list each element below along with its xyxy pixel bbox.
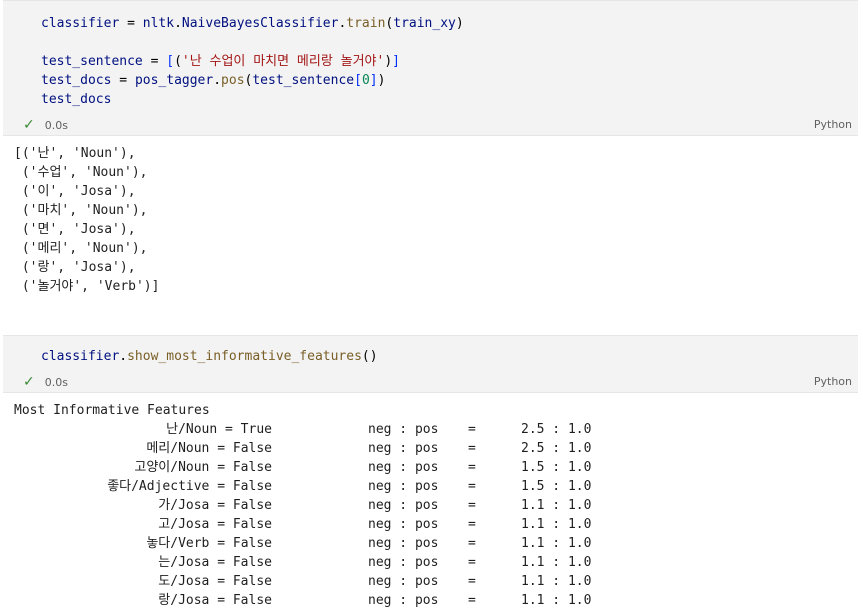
feature-ratio: 1.1 : 1.0 xyxy=(521,498,592,513)
code-cell-1[interactable]: classifier = nltk.NaiveBayesClassifier.t… xyxy=(3,0,858,136)
feature-name: 놓다/Verb = False xyxy=(146,536,272,551)
code-token: test_sentence xyxy=(41,54,143,69)
feature-equals: = xyxy=(468,479,476,494)
feature-labels: neg : pos xyxy=(368,498,439,513)
feature-name: 는/Josa = False xyxy=(158,555,272,570)
feature-equals: = xyxy=(468,555,476,570)
feature-name: 도/Josa = False xyxy=(158,574,272,589)
code-token: = xyxy=(119,16,143,31)
code-token: test_docs xyxy=(41,92,112,107)
cell-1-code-line[interactable]: classifier = nltk.NaiveBayesClassifier.t… xyxy=(41,14,464,33)
output-line: ('놀거야', 'Verb')] xyxy=(14,279,160,294)
feature-name: 고/Josa = False xyxy=(158,517,272,532)
code-token: classifier xyxy=(41,349,120,364)
code-token: . xyxy=(213,73,222,88)
feature-labels: neg : pos xyxy=(368,460,439,475)
feature-equals: = xyxy=(468,593,476,608)
language-label[interactable]: Python xyxy=(814,118,852,131)
feature-labels: neg : pos xyxy=(368,536,439,551)
feature-name: 랑/Josa = False xyxy=(158,593,272,608)
checkmark-icon: ✓ xyxy=(23,117,35,133)
feature-ratio: 1.1 : 1.0 xyxy=(521,574,592,589)
feature-ratio: 1.1 : 1.0 xyxy=(521,555,592,570)
feature-equals: = xyxy=(468,498,476,513)
cell-2-source[interactable]: classifier.show_most_informative_feature… xyxy=(41,347,378,366)
cell-1-output: [('난', 'Noun'), ('수업', 'Noun'), ('이', 'J… xyxy=(14,144,159,296)
feature-equals: = xyxy=(468,536,476,551)
output-line: ('면', 'Josa'), xyxy=(14,222,136,237)
code-token: test_docs xyxy=(41,73,112,88)
code-token: NaiveBayesClassifier xyxy=(181,16,339,31)
cell-1-code-line[interactable] xyxy=(41,33,464,52)
code-token: . xyxy=(174,16,182,31)
code-token: pos xyxy=(221,73,245,88)
code-token: [ xyxy=(354,73,362,88)
feature-ratio: 1.5 : 1.0 xyxy=(521,479,592,494)
code-token: ] xyxy=(392,54,400,69)
feature-ratio: 1.1 : 1.0 xyxy=(521,536,592,551)
feature-name: 난/Noun = True xyxy=(166,422,272,437)
language-label[interactable]: Python xyxy=(814,375,852,388)
cell-2-status: ✓ 0.0s xyxy=(23,374,68,390)
execution-time: 0.0s xyxy=(44,118,68,132)
checkmark-icon: ✓ xyxy=(23,374,35,390)
feature-name: 메리/Noun = False xyxy=(146,441,272,456)
feature-equals: = xyxy=(468,441,476,456)
output-line: ('수업', 'Noun'), xyxy=(14,165,148,180)
output-line: ('이', 'Josa'), xyxy=(14,184,136,199)
code-token: . xyxy=(119,349,128,364)
feature-labels: neg : pos xyxy=(368,422,439,437)
feature-equals: = xyxy=(468,422,476,437)
feature-equals: = xyxy=(468,460,476,475)
code-token: pos_tagger xyxy=(134,73,214,88)
feature-labels: neg : pos xyxy=(368,574,439,589)
code-token: test_sentence xyxy=(252,73,355,88)
code-token: '난 수업이 마치면 메리랑 놀거야' xyxy=(181,54,385,69)
feature-labels: neg : pos xyxy=(368,555,439,570)
cell-1-code-line[interactable]: test_docs = pos_tagger.pos(test_sentence… xyxy=(41,71,464,90)
code-token: () xyxy=(361,349,378,364)
code-token: classifier xyxy=(41,16,120,31)
code-token: train xyxy=(346,16,386,31)
code-token: ) xyxy=(377,73,386,88)
code-token: nltk xyxy=(142,16,175,31)
code-token: train_xy xyxy=(393,16,456,31)
feature-ratio: 1.5 : 1.0 xyxy=(521,460,592,475)
code-token: ) xyxy=(455,16,464,31)
feature-equals: = xyxy=(468,517,476,532)
feature-labels: neg : pos xyxy=(368,479,439,494)
feature-ratio: 1.1 : 1.0 xyxy=(521,517,592,532)
cell-1-code-line[interactable]: test_sentence = [('난 수업이 마치면 메리랑 놀거야')] xyxy=(41,52,464,71)
code-token: = xyxy=(142,54,167,69)
output-line: ('랑', 'Josa'), xyxy=(14,260,136,275)
output-line: ('메리', 'Noun'), xyxy=(14,241,148,256)
feature-labels: neg : pos xyxy=(368,593,439,608)
code-token: ( xyxy=(174,54,182,69)
feature-name: 고양이/Noun = False xyxy=(134,460,272,475)
cell-1-code-line[interactable]: test_docs xyxy=(41,90,464,109)
output-line: [('난', 'Noun'), xyxy=(14,146,136,161)
feature-name: 가/Josa = False xyxy=(158,498,272,513)
feature-labels: neg : pos xyxy=(368,441,439,456)
feature-ratio: 1.1 : 1.0 xyxy=(521,593,592,608)
code-token: [ xyxy=(166,54,175,69)
feature-ratio: 2.5 : 1.0 xyxy=(521,422,592,437)
feature-labels: neg : pos xyxy=(368,517,439,532)
code-token: ] xyxy=(369,73,378,88)
cell-2-code-line[interactable]: classifier.show_most_informative_feature… xyxy=(41,347,378,366)
cell-1-source[interactable]: classifier = nltk.NaiveBayesClassifier.t… xyxy=(41,14,464,109)
output-line: ('마치', 'Noun'), xyxy=(14,203,148,218)
cell-1-status: ✓ 0.0s xyxy=(23,117,68,133)
code-cell-2[interactable]: classifier.show_most_informative_feature… xyxy=(3,335,858,393)
code-token: ) xyxy=(384,54,393,69)
feature-ratio: 2.5 : 1.0 xyxy=(521,441,592,456)
code-token: 0 xyxy=(361,73,370,88)
feature-name: 좋다/Adjective = False xyxy=(107,479,272,494)
features-header: Most Informative Features xyxy=(14,403,210,418)
feature-equals: = xyxy=(468,574,476,589)
code-token: show_most_informative_features xyxy=(127,349,362,364)
code-token: = xyxy=(111,73,135,88)
execution-time: 0.0s xyxy=(44,375,68,389)
